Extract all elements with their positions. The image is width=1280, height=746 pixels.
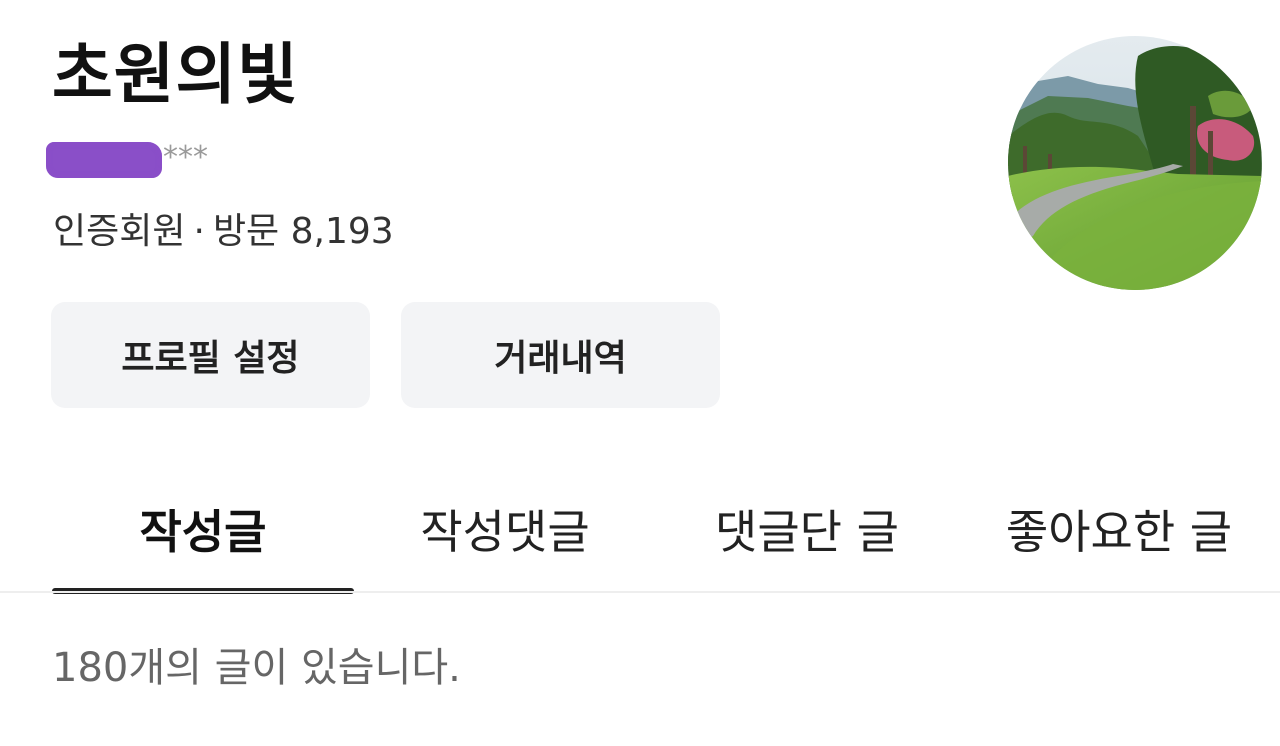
tab-commented-posts[interactable]: 댓글단 글 [656,470,958,590]
tabs-divider [0,591,1280,593]
meta-separator: · [193,211,205,252]
tab-comments[interactable]: 작성댓글 [354,470,656,590]
transaction-history-button[interactable]: 거래내역 [401,302,720,408]
avatar[interactable] [1008,36,1262,290]
user-id: *** [46,141,208,179]
profile-nickname: 초원의빛 [52,36,299,113]
user-id-masked: *** [163,140,208,175]
profile-meta: 인증회원 · 방문 8,193 [53,214,394,250]
landscape-photo-avatar-icon [1008,36,1262,290]
profile-settings-button[interactable]: 프로필 설정 [51,302,370,408]
profile-tabs: 작성글 작성댓글 댓글단 글 좋아요한 글 [0,470,1280,594]
redaction-mark [46,142,162,178]
visit-count: 8,193 [290,211,394,252]
post-count-text: 180개의 글이 있습니다. [52,645,461,691]
member-type: 인증회원 [53,211,186,252]
tab-liked-posts[interactable]: 좋아요한 글 [958,470,1280,590]
tab-posts[interactable]: 작성글 [52,470,354,590]
visit-label: 방문 [212,211,280,252]
